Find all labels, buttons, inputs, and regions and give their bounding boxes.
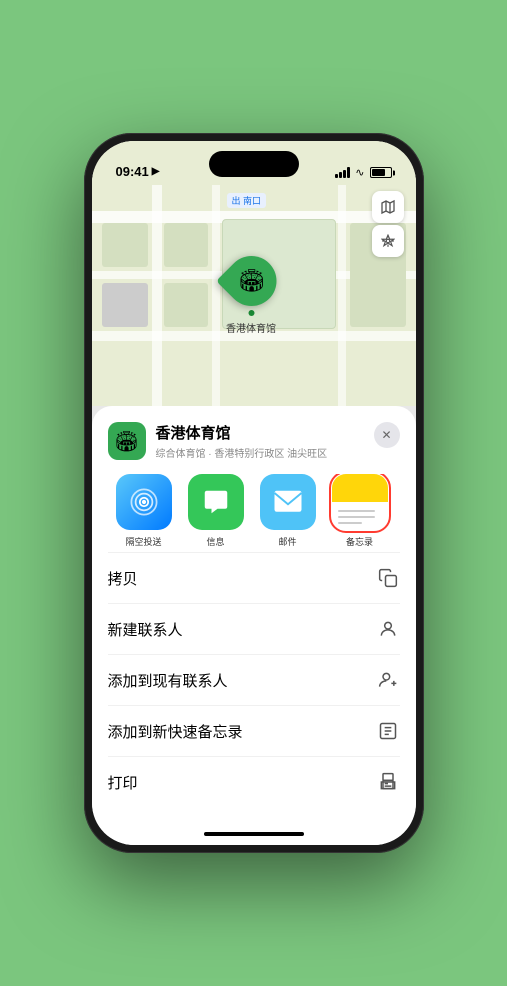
signal-bars-icon — [335, 167, 350, 178]
share-row: 隔空投送 信息 — [108, 474, 400, 548]
new-contact-label: 新建联系人 — [108, 619, 183, 640]
bottom-sheet: 🏟 香港体育馆 综合体育馆 · 香港特别行政区 油尖旺区 ✕ — [92, 406, 416, 823]
venue-info: 香港体育馆 综合体育馆 · 香港特别行政区 油尖旺区 — [156, 422, 400, 460]
home-indicator — [92, 823, 416, 845]
location-button[interactable] — [372, 225, 404, 257]
close-button[interactable]: ✕ — [374, 422, 400, 448]
share-item-more[interactable] — [396, 474, 400, 548]
battery-icon — [370, 167, 392, 178]
map-exit-label: 出 南口 — [227, 193, 267, 208]
copy-label: 拷贝 — [108, 568, 138, 589]
mail-label: 邮件 — [278, 535, 296, 548]
share-item-mail[interactable]: 邮件 — [252, 474, 324, 548]
airdrop-icon — [116, 474, 172, 530]
dynamic-island — [209, 151, 299, 177]
message-icon — [188, 474, 244, 530]
quick-note-icon — [376, 719, 400, 743]
action-quick-note[interactable]: 添加到新快速备忘录 — [108, 706, 400, 757]
share-item-airdrop[interactable]: 隔空投送 — [108, 474, 180, 548]
status-time: 09:41 — [116, 164, 149, 179]
action-print[interactable]: 打印 — [108, 757, 400, 807]
venue-name: 香港体育馆 — [156, 422, 400, 443]
location-arrow-icon: ▶ — [152, 166, 160, 177]
venue-header: 🏟 香港体育馆 综合体育馆 · 香港特别行政区 油尖旺区 ✕ — [108, 422, 400, 460]
map-controls — [372, 191, 404, 257]
airdrop-label: 隔空投送 — [125, 535, 161, 548]
new-contact-icon — [376, 617, 400, 641]
phone-frame: 09:41 ▶ ∿ — [84, 133, 424, 853]
stadium-name-label: 香港体育馆 — [226, 320, 276, 335]
venue-icon: 🏟 — [108, 422, 146, 460]
action-copy[interactable]: 拷贝 — [108, 553, 400, 604]
action-new-contact[interactable]: 新建联系人 — [108, 604, 400, 655]
status-icons: ∿ — [335, 166, 391, 179]
print-icon — [376, 770, 400, 794]
action-list: 拷贝 新建联系人 — [108, 552, 400, 807]
mail-icon — [260, 474, 316, 530]
add-contact-label: 添加到现有联系人 — [108, 670, 228, 691]
action-add-contact[interactable]: 添加到现有联系人 — [108, 655, 400, 706]
quick-note-label: 添加到新快速备忘录 — [108, 721, 243, 742]
home-bar — [204, 832, 304, 836]
add-contact-icon — [376, 668, 400, 692]
wifi-icon: ∿ — [355, 166, 364, 179]
message-label: 信息 — [206, 535, 224, 548]
share-item-notes[interactable]: 备忘录 — [324, 474, 396, 548]
map-type-button[interactable] — [372, 191, 404, 223]
notes-label: 备忘录 — [346, 535, 373, 548]
copy-icon — [376, 566, 400, 590]
stadium-marker[interactable]: 🏟 香港体育馆 — [226, 256, 276, 335]
venue-subtitle: 综合体育馆 · 香港特别行政区 油尖旺区 — [156, 445, 400, 460]
print-label: 打印 — [108, 772, 138, 793]
notes-icon — [332, 474, 388, 530]
phone-screen: 09:41 ▶ ∿ — [92, 141, 416, 845]
share-item-message[interactable]: 信息 — [180, 474, 252, 548]
